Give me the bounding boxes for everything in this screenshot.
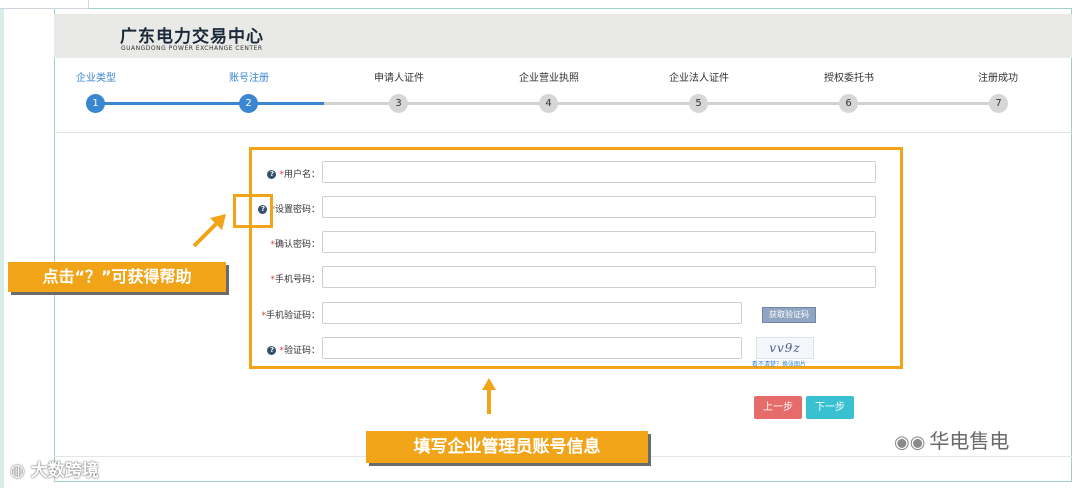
watermark-right: ◉◉ 华电售电 bbox=[894, 425, 1009, 454]
step-label-6: 授权委托书 bbox=[824, 73, 874, 84]
step-label-2[interactable]: 账号注册 bbox=[189, 69, 309, 84]
username-input[interactable] bbox=[322, 161, 876, 183]
confirm-password-input[interactable] bbox=[322, 231, 876, 253]
confirm-password-label: *确认密码： bbox=[250, 237, 320, 250]
captcha-refresh-link[interactable]: 看不清楚？换张图片 bbox=[752, 359, 806, 368]
arrow-up-icon bbox=[482, 378, 496, 414]
username-label: ? *用户名： bbox=[250, 167, 320, 180]
captcha-input[interactable] bbox=[322, 337, 742, 359]
site-title: 广东电力交易中心 bbox=[120, 27, 264, 47]
captcha-label-text: 验证码： bbox=[283, 346, 320, 356]
next-step-button[interactable]: 下一步 bbox=[806, 396, 854, 419]
progress-track-remaining bbox=[324, 102, 1000, 105]
captcha-label: ? *验证码： bbox=[250, 343, 320, 356]
watermark-left: ◍ 大数跨境 bbox=[10, 456, 99, 481]
header-divider bbox=[54, 132, 1072, 133]
step-dot-6: 6 bbox=[839, 94, 858, 113]
step-label-5: 企业法人证件 bbox=[669, 73, 729, 84]
watermark-right-text: 华电售电 bbox=[929, 429, 1010, 453]
step-dot-5: 5 bbox=[689, 94, 708, 113]
progress-track-done bbox=[96, 102, 324, 105]
sms-code-label: *手机验证码： bbox=[250, 308, 320, 321]
confirm-password-label-text: 确认密码： bbox=[274, 240, 320, 250]
form-tip-callout: 填写企业管理员账号信息 bbox=[366, 431, 648, 463]
step-dot-2[interactable]: 2 bbox=[239, 94, 258, 113]
window-tab-notch bbox=[0, 0, 89, 9]
step-dot-7: 7 bbox=[989, 94, 1008, 113]
get-sms-code-button[interactable]: 获取验证码 bbox=[762, 307, 816, 323]
set-password-input[interactable] bbox=[322, 196, 876, 218]
sms-code-label-text: 手机验证码： bbox=[265, 311, 320, 321]
help-icon[interactable]: ? bbox=[267, 346, 277, 355]
phone-label: *手机号码： bbox=[250, 272, 320, 285]
username-label-text: 用户名： bbox=[283, 170, 320, 180]
step-label-7: 注册成功 bbox=[978, 73, 1018, 84]
step-label-4: 企业营业执照 bbox=[519, 73, 579, 84]
set-password-label-text: 设置密码： bbox=[274, 205, 320, 215]
step-dot-4: 4 bbox=[539, 94, 558, 113]
step-dot-1[interactable]: 1 bbox=[86, 94, 105, 113]
arrow-pointer-icon bbox=[192, 214, 226, 248]
phone-label-text: 手机号码： bbox=[274, 275, 320, 285]
step-label-1[interactable]: 企业类型 bbox=[36, 69, 156, 84]
help-icon-highlight-box bbox=[233, 194, 273, 228]
step-dot-3: 3 bbox=[389, 94, 408, 113]
watermark-left-icon: ◍ bbox=[10, 461, 25, 481]
captcha-image[interactable]: vv9z bbox=[756, 337, 814, 359]
watermark-left-text: 大数跨境 bbox=[30, 461, 99, 481]
phone-input[interactable] bbox=[322, 266, 876, 288]
wechat-icon: ◉◉ bbox=[894, 432, 926, 453]
help-icon[interactable]: ? bbox=[267, 170, 277, 179]
step-label-3: 申请人证件 bbox=[374, 73, 424, 84]
left-edge-strip bbox=[0, 0, 4, 488]
help-tip-callout: 点击“？”可获得帮助 bbox=[8, 262, 226, 292]
prev-step-button[interactable]: 上一步 bbox=[754, 396, 802, 419]
sms-code-input[interactable] bbox=[322, 302, 742, 324]
site-subtitle: GUANGDONG POWER EXCHANGE CENTER bbox=[121, 45, 263, 52]
